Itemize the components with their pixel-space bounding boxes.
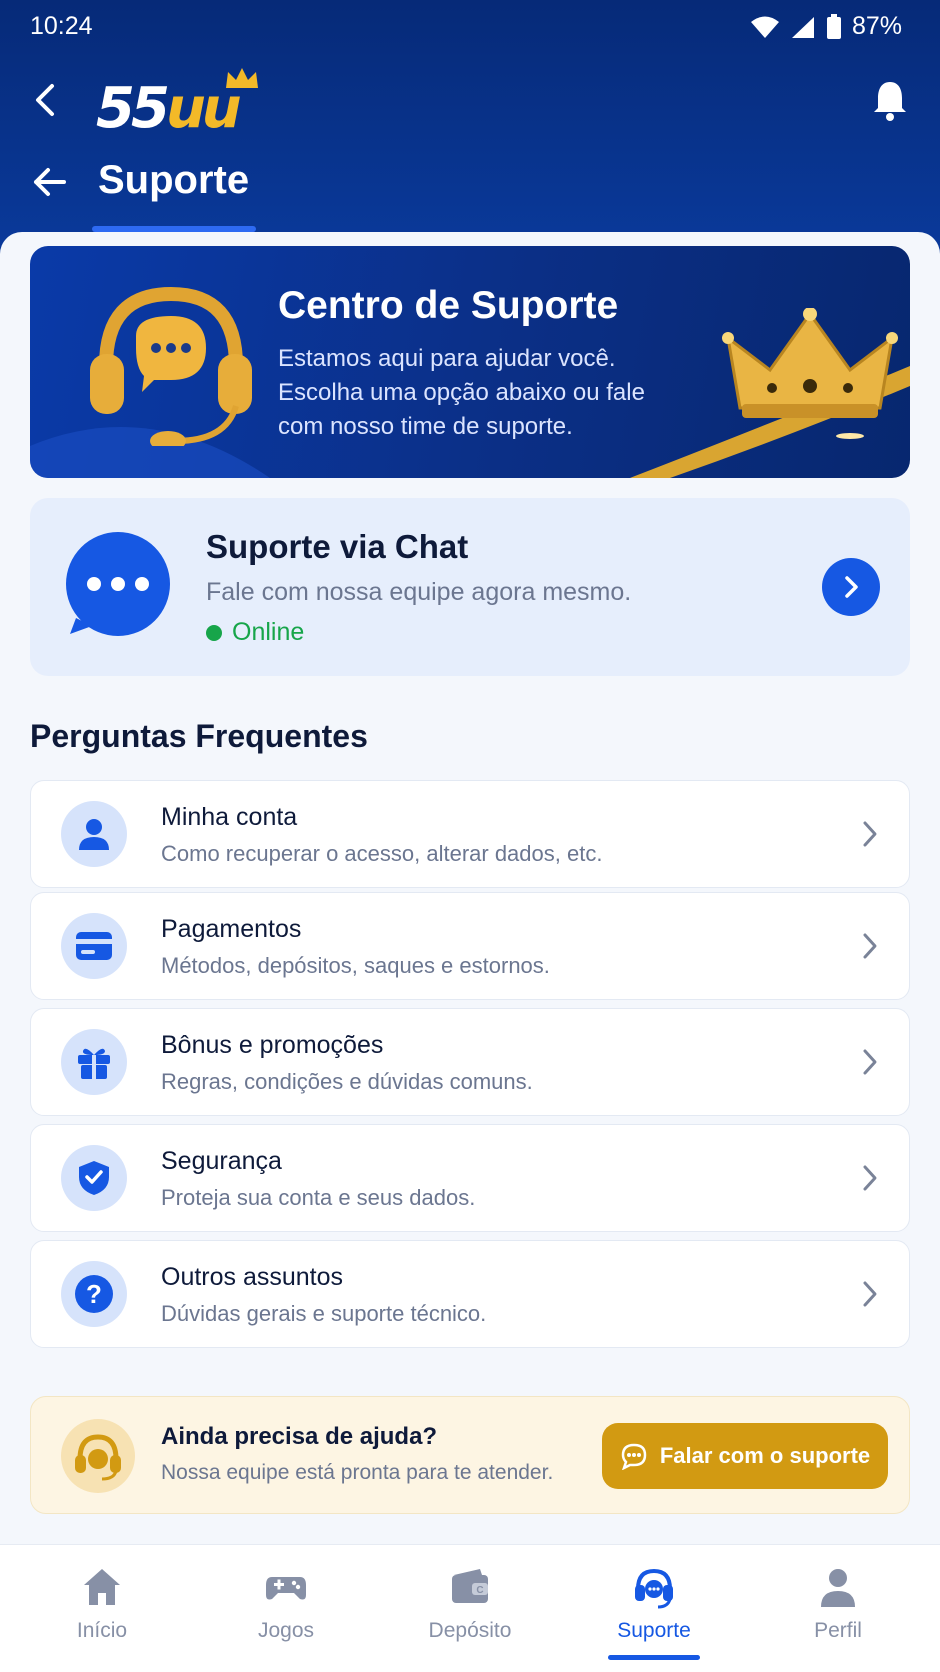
chevron-right-icon bbox=[845, 576, 858, 598]
faq-item-subtitle: Métodos, depósitos, saques e estornos. bbox=[161, 953, 550, 978]
crown-decoration-icon bbox=[722, 308, 898, 418]
nav-item-support[interactable]: Suporte bbox=[560, 1545, 748, 1672]
banner-description: Estamos aqui para ajudar você. Escolha u… bbox=[278, 345, 645, 440]
faq-item-account[interactable]: Minha conta Como recuperar o acesso, alt… bbox=[30, 780, 910, 888]
nav-item-games[interactable]: Jogos bbox=[192, 1545, 380, 1672]
need-help-card: Ainda precisa de ajuda? Nossa equipe est… bbox=[30, 1396, 910, 1514]
chevron-right-icon bbox=[863, 821, 877, 847]
headset-icon bbox=[90, 286, 252, 446]
chat-bubble-icon bbox=[66, 532, 170, 636]
help-title: Ainda precisa de ajuda? bbox=[161, 1423, 438, 1450]
shield-icon bbox=[61, 1145, 127, 1211]
wallet-icon: C bbox=[452, 1569, 488, 1603]
faq-item-title: Outros assuntos bbox=[161, 1263, 344, 1291]
brand-row: 55uu bbox=[0, 52, 940, 148]
svg-text:C: C bbox=[476, 1585, 483, 1596]
help-subtitle: Nossa equipe está pronta para te atender… bbox=[161, 1461, 554, 1484]
card-icon bbox=[61, 913, 127, 979]
support-center-banner: Centro de Suporte Estamos aqui para ajud… bbox=[30, 246, 910, 478]
profile-icon bbox=[821, 1569, 855, 1607]
chevron-right-icon bbox=[863, 1049, 877, 1075]
status-bar: 10:24 87% bbox=[0, 0, 940, 52]
nav-label: Jogos bbox=[257, 1619, 315, 1642]
chat-open-button[interactable] bbox=[822, 558, 880, 616]
online-dot-icon bbox=[206, 624, 222, 641]
wifi-icon bbox=[750, 16, 779, 38]
title-row: Suporte bbox=[0, 148, 940, 218]
chevron-right-icon bbox=[863, 933, 877, 959]
faq-item-subtitle: Como recuperar o acesso, alterar dados, … bbox=[161, 841, 603, 866]
online-status: Online bbox=[206, 618, 304, 647]
status-time: 10:24 bbox=[30, 12, 93, 40]
gift-icon bbox=[61, 1029, 127, 1095]
notification-bell-icon[interactable] bbox=[870, 78, 910, 122]
chevron-right-icon bbox=[863, 1281, 877, 1307]
talk-to-support-label: Falar com o suporte bbox=[659, 1443, 871, 1468]
chat-support-card[interactable]: Suporte via Chat Fale com nossa equipe a… bbox=[30, 498, 910, 676]
bottom-navigation: Início Jogos C Depósito Suporte Perfil bbox=[0, 1544, 940, 1672]
headset-icon bbox=[61, 1419, 135, 1493]
chat-icon bbox=[621, 1443, 647, 1470]
nav-item-deposit[interactable]: C Depósito bbox=[376, 1545, 564, 1672]
gamepad-icon bbox=[266, 1577, 306, 1600]
faq-heading: Perguntas Frequentes bbox=[30, 718, 368, 754]
banner-title: Centro de Suporte bbox=[278, 284, 619, 327]
nav-item-profile[interactable]: Perfil bbox=[744, 1545, 932, 1672]
faq-item-other[interactable]: ? Outros assuntos Dúvidas gerais e supor… bbox=[30, 1240, 910, 1348]
signal-icon bbox=[791, 16, 814, 38]
svg-text:?: ? bbox=[86, 1279, 102, 1309]
faq-item-subtitle: Regras, condições e dúvidas comuns. bbox=[161, 1069, 533, 1094]
brand-logo: 55uu bbox=[96, 66, 266, 141]
faq-item-payments[interactable]: Pagamentos Métodos, depósitos, saques e … bbox=[30, 892, 910, 1000]
faq-item-bonus[interactable]: Bônus e promoções Regras, condições e dú… bbox=[30, 1008, 910, 1116]
faq-item-title: Bônus e promoções bbox=[161, 1031, 384, 1059]
faq-item-subtitle: Proteja sua conta e seus dados. bbox=[161, 1185, 476, 1210]
chat-subtitle: Fale com nossa equipe agora mesmo. bbox=[206, 578, 632, 606]
nav-item-home[interactable]: Início bbox=[8, 1545, 196, 1672]
nav-label: Suporte bbox=[617, 1619, 691, 1642]
faq-item-security[interactable]: Segurança Proteja sua conta e seus dados… bbox=[30, 1124, 910, 1232]
nav-label: Início bbox=[76, 1619, 128, 1642]
faq-item-title: Pagamentos bbox=[161, 915, 302, 943]
page-title: Suporte bbox=[98, 158, 250, 202]
battery-icon bbox=[826, 13, 841, 39]
back-chevron-icon[interactable] bbox=[28, 80, 64, 120]
nav-label: Perfil bbox=[814, 1619, 862, 1642]
status-indicators: 87% bbox=[750, 12, 902, 41]
crown-icon bbox=[226, 68, 258, 88]
chevron-right-icon bbox=[863, 1165, 877, 1191]
user-icon bbox=[61, 801, 127, 867]
battery-percent: 87% bbox=[851, 12, 902, 40]
nav-label: Depósito bbox=[428, 1619, 512, 1642]
faq-item-subtitle: Dúvidas gerais e suporte técnico. bbox=[161, 1301, 487, 1326]
question-icon: ? bbox=[61, 1261, 127, 1327]
back-arrow-icon[interactable] bbox=[30, 162, 70, 202]
logo-wordmark: 55uu bbox=[96, 76, 242, 141]
online-status-label: Online bbox=[232, 618, 305, 646]
active-tab-indicator bbox=[608, 1655, 700, 1660]
talk-to-support-button[interactable]: Falar com o suporte bbox=[602, 1423, 888, 1489]
faq-item-title: Minha conta bbox=[161, 803, 298, 831]
home-icon bbox=[84, 1569, 120, 1605]
headset-icon bbox=[635, 1568, 673, 1609]
chat-title: Suporte via Chat bbox=[206, 528, 469, 565]
app-header: 10:24 87% 55uu Suporte bbox=[0, 0, 940, 260]
faq-item-title: Segurança bbox=[161, 1147, 282, 1175]
